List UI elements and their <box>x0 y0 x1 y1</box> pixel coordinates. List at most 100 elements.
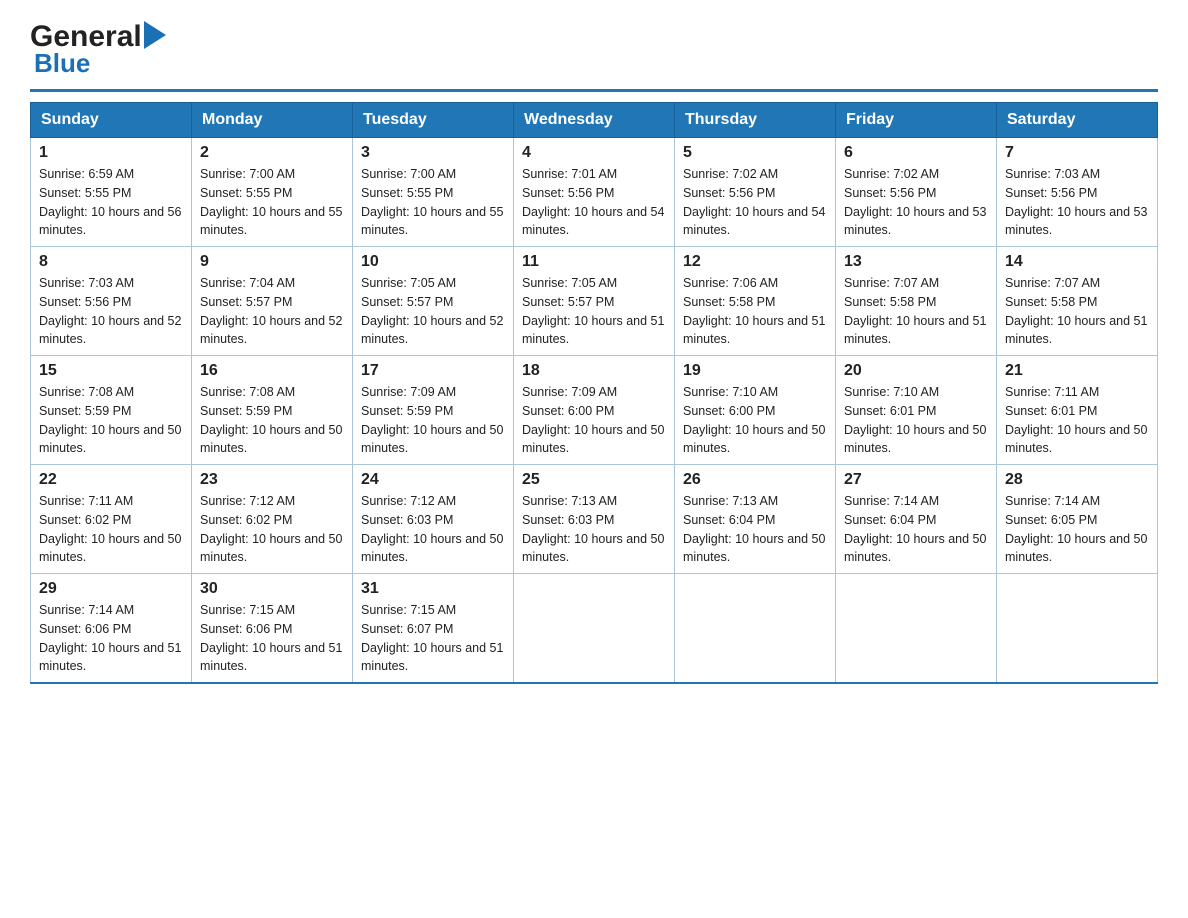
day-info: Sunrise: 7:15 AM Sunset: 6:07 PM Dayligh… <box>361 601 505 676</box>
day-of-week-header: Wednesday <box>514 103 675 138</box>
day-number: 5 <box>683 144 827 162</box>
day-info: Sunrise: 7:12 AM Sunset: 6:03 PM Dayligh… <box>361 492 505 567</box>
logo-arrow-icon <box>144 21 166 54</box>
day-number: 26 <box>683 471 827 489</box>
day-info: Sunrise: 7:09 AM Sunset: 5:59 PM Dayligh… <box>361 383 505 458</box>
day-info: Sunrise: 7:11 AM Sunset: 6:02 PM Dayligh… <box>39 492 183 567</box>
day-info: Sunrise: 7:03 AM Sunset: 5:56 PM Dayligh… <box>39 274 183 349</box>
day-info: Sunrise: 7:00 AM Sunset: 5:55 PM Dayligh… <box>200 165 344 240</box>
day-number: 7 <box>1005 144 1149 162</box>
calendar-day-cell: 8 Sunrise: 7:03 AM Sunset: 5:56 PM Dayli… <box>31 247 192 356</box>
calendar-day-cell: 20 Sunrise: 7:10 AM Sunset: 6:01 PM Dayl… <box>836 356 997 465</box>
day-number: 28 <box>1005 471 1149 489</box>
day-number: 13 <box>844 253 988 271</box>
calendar-day-cell: 28 Sunrise: 7:14 AM Sunset: 6:05 PM Dayl… <box>997 465 1158 574</box>
day-info: Sunrise: 7:01 AM Sunset: 5:56 PM Dayligh… <box>522 165 666 240</box>
day-number: 12 <box>683 253 827 271</box>
day-number: 10 <box>361 253 505 271</box>
calendar-day-cell: 25 Sunrise: 7:13 AM Sunset: 6:03 PM Dayl… <box>514 465 675 574</box>
calendar-day-cell: 17 Sunrise: 7:09 AM Sunset: 5:59 PM Dayl… <box>353 356 514 465</box>
calendar-day-cell: 27 Sunrise: 7:14 AM Sunset: 6:04 PM Dayl… <box>836 465 997 574</box>
calendar-day-cell: 29 Sunrise: 7:14 AM Sunset: 6:06 PM Dayl… <box>31 574 192 684</box>
day-number: 30 <box>200 580 344 598</box>
day-number: 25 <box>522 471 666 489</box>
day-info: Sunrise: 7:14 AM Sunset: 6:05 PM Dayligh… <box>1005 492 1149 567</box>
calendar-day-cell: 7 Sunrise: 7:03 AM Sunset: 5:56 PM Dayli… <box>997 138 1158 247</box>
day-number: 31 <box>361 580 505 598</box>
calendar-day-cell: 30 Sunrise: 7:15 AM Sunset: 6:06 PM Dayl… <box>192 574 353 684</box>
day-info: Sunrise: 7:07 AM Sunset: 5:58 PM Dayligh… <box>844 274 988 349</box>
day-number: 2 <box>200 144 344 162</box>
day-number: 11 <box>522 253 666 271</box>
page-header: General Blue <box>30 20 1158 79</box>
day-info: Sunrise: 7:02 AM Sunset: 5:56 PM Dayligh… <box>844 165 988 240</box>
calendar-day-cell: 24 Sunrise: 7:12 AM Sunset: 6:03 PM Dayl… <box>353 465 514 574</box>
day-number: 1 <box>39 144 183 162</box>
day-info: Sunrise: 7:14 AM Sunset: 6:04 PM Dayligh… <box>844 492 988 567</box>
calendar-table: SundayMondayTuesdayWednesdayThursdayFrid… <box>30 102 1158 684</box>
calendar-day-cell: 5 Sunrise: 7:02 AM Sunset: 5:56 PM Dayli… <box>675 138 836 247</box>
day-info: Sunrise: 7:08 AM Sunset: 5:59 PM Dayligh… <box>200 383 344 458</box>
header-divider <box>30 89 1158 92</box>
day-info: Sunrise: 7:05 AM Sunset: 5:57 PM Dayligh… <box>522 274 666 349</box>
day-info: Sunrise: 7:10 AM Sunset: 6:00 PM Dayligh… <box>683 383 827 458</box>
calendar-week-row: 15 Sunrise: 7:08 AM Sunset: 5:59 PM Dayl… <box>31 356 1158 465</box>
calendar-day-cell: 15 Sunrise: 7:08 AM Sunset: 5:59 PM Dayl… <box>31 356 192 465</box>
day-number: 15 <box>39 362 183 380</box>
calendar-week-row: 8 Sunrise: 7:03 AM Sunset: 5:56 PM Dayli… <box>31 247 1158 356</box>
day-number: 14 <box>1005 253 1149 271</box>
day-of-week-header: Sunday <box>31 103 192 138</box>
day-info: Sunrise: 7:15 AM Sunset: 6:06 PM Dayligh… <box>200 601 344 676</box>
day-number: 29 <box>39 580 183 598</box>
day-info: Sunrise: 7:03 AM Sunset: 5:56 PM Dayligh… <box>1005 165 1149 240</box>
day-info: Sunrise: 7:02 AM Sunset: 5:56 PM Dayligh… <box>683 165 827 240</box>
calendar-week-row: 1 Sunrise: 6:59 AM Sunset: 5:55 PM Dayli… <box>31 138 1158 247</box>
calendar-day-cell: 31 Sunrise: 7:15 AM Sunset: 6:07 PM Dayl… <box>353 574 514 684</box>
day-info: Sunrise: 7:09 AM Sunset: 6:00 PM Dayligh… <box>522 383 666 458</box>
day-of-week-header: Monday <box>192 103 353 138</box>
day-number: 3 <box>361 144 505 162</box>
calendar-day-cell: 6 Sunrise: 7:02 AM Sunset: 5:56 PM Dayli… <box>836 138 997 247</box>
calendar-day-cell: 12 Sunrise: 7:06 AM Sunset: 5:58 PM Dayl… <box>675 247 836 356</box>
day-info: Sunrise: 7:14 AM Sunset: 6:06 PM Dayligh… <box>39 601 183 676</box>
day-number: 4 <box>522 144 666 162</box>
day-number: 8 <box>39 253 183 271</box>
day-number: 16 <box>200 362 344 380</box>
day-number: 18 <box>522 362 666 380</box>
calendar-day-cell: 9 Sunrise: 7:04 AM Sunset: 5:57 PM Dayli… <box>192 247 353 356</box>
calendar-day-cell: 22 Sunrise: 7:11 AM Sunset: 6:02 PM Dayl… <box>31 465 192 574</box>
day-of-week-header: Tuesday <box>353 103 514 138</box>
calendar-day-cell <box>836 574 997 684</box>
day-info: Sunrise: 7:10 AM Sunset: 6:01 PM Dayligh… <box>844 383 988 458</box>
calendar-day-cell: 4 Sunrise: 7:01 AM Sunset: 5:56 PM Dayli… <box>514 138 675 247</box>
calendar-day-cell: 21 Sunrise: 7:11 AM Sunset: 6:01 PM Dayl… <box>997 356 1158 465</box>
calendar-day-cell: 3 Sunrise: 7:00 AM Sunset: 5:55 PM Dayli… <box>353 138 514 247</box>
calendar-day-cell: 2 Sunrise: 7:00 AM Sunset: 5:55 PM Dayli… <box>192 138 353 247</box>
calendar-day-cell: 26 Sunrise: 7:13 AM Sunset: 6:04 PM Dayl… <box>675 465 836 574</box>
day-info: Sunrise: 7:13 AM Sunset: 6:03 PM Dayligh… <box>522 492 666 567</box>
day-number: 24 <box>361 471 505 489</box>
day-number: 21 <box>1005 362 1149 380</box>
calendar-day-cell: 16 Sunrise: 7:08 AM Sunset: 5:59 PM Dayl… <box>192 356 353 465</box>
calendar-day-cell: 19 Sunrise: 7:10 AM Sunset: 6:00 PM Dayl… <box>675 356 836 465</box>
day-number: 17 <box>361 362 505 380</box>
calendar-day-cell: 18 Sunrise: 7:09 AM Sunset: 6:00 PM Dayl… <box>514 356 675 465</box>
day-number: 22 <box>39 471 183 489</box>
day-number: 19 <box>683 362 827 380</box>
day-info: Sunrise: 7:07 AM Sunset: 5:58 PM Dayligh… <box>1005 274 1149 349</box>
day-number: 23 <box>200 471 344 489</box>
day-info: Sunrise: 7:05 AM Sunset: 5:57 PM Dayligh… <box>361 274 505 349</box>
day-number: 20 <box>844 362 988 380</box>
calendar-day-cell: 23 Sunrise: 7:12 AM Sunset: 6:02 PM Dayl… <box>192 465 353 574</box>
calendar-day-cell <box>514 574 675 684</box>
day-info: Sunrise: 7:04 AM Sunset: 5:57 PM Dayligh… <box>200 274 344 349</box>
day-info: Sunrise: 7:00 AM Sunset: 5:55 PM Dayligh… <box>361 165 505 240</box>
day-info: Sunrise: 6:59 AM Sunset: 5:55 PM Dayligh… <box>39 165 183 240</box>
calendar-week-row: 22 Sunrise: 7:11 AM Sunset: 6:02 PM Dayl… <box>31 465 1158 574</box>
day-number: 6 <box>844 144 988 162</box>
calendar-day-cell: 10 Sunrise: 7:05 AM Sunset: 5:57 PM Dayl… <box>353 247 514 356</box>
day-info: Sunrise: 7:12 AM Sunset: 6:02 PM Dayligh… <box>200 492 344 567</box>
calendar-day-cell: 1 Sunrise: 6:59 AM Sunset: 5:55 PM Dayli… <box>31 138 192 247</box>
day-info: Sunrise: 7:08 AM Sunset: 5:59 PM Dayligh… <box>39 383 183 458</box>
day-of-week-header: Saturday <box>997 103 1158 138</box>
